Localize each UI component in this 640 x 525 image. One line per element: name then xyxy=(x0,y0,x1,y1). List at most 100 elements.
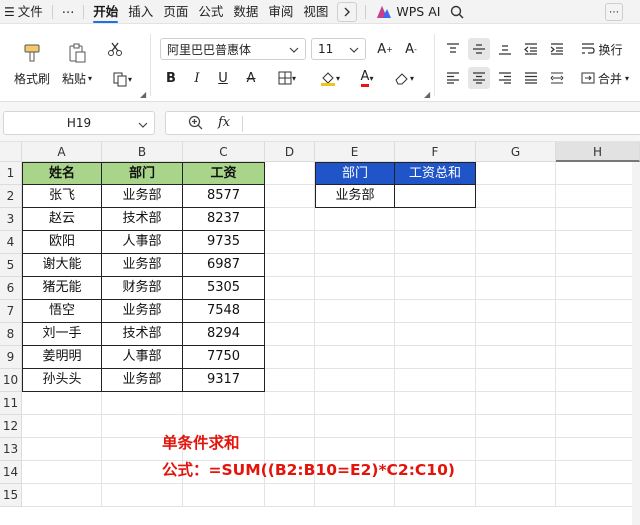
tab-review[interactable]: 审阅 xyxy=(263,0,298,24)
cell-g11[interactable] xyxy=(476,392,556,415)
row-header-1[interactable]: 1 xyxy=(0,162,22,185)
cell-c9[interactable]: 7750 xyxy=(183,346,265,369)
cell-c11[interactable] xyxy=(183,392,265,415)
row-header-5[interactable]: 5 xyxy=(0,254,22,277)
row-header-3[interactable]: 3 xyxy=(0,208,22,231)
cell-a6[interactable]: 猪无能 xyxy=(22,277,102,300)
tab-home[interactable]: 开始 xyxy=(88,0,123,24)
cut-icon[interactable] xyxy=(104,38,126,60)
decrease-indent-icon[interactable] xyxy=(520,38,542,60)
cell-g6[interactable] xyxy=(476,277,556,300)
align-left-icon[interactable] xyxy=(442,67,464,89)
cell-b11[interactable] xyxy=(102,392,183,415)
cell-d10[interactable] xyxy=(265,369,315,392)
cell-h11[interactable] xyxy=(556,392,640,415)
cell-g14[interactable] xyxy=(476,461,556,484)
column-header-c[interactable]: C xyxy=(183,142,265,162)
expand-corner-icon[interactable]: ◢ xyxy=(424,90,430,99)
tab-insert[interactable]: 插入 xyxy=(123,0,158,24)
distribute-icon[interactable] xyxy=(546,67,568,89)
cell-e2[interactable]: 业务部 xyxy=(315,185,395,208)
column-header-b[interactable]: B xyxy=(102,142,183,162)
cell-h4[interactable] xyxy=(556,231,640,254)
row-header-12[interactable]: 12 xyxy=(0,415,22,438)
cell-e6[interactable] xyxy=(315,277,395,300)
cell-d15[interactable] xyxy=(265,484,315,507)
cell-g10[interactable] xyxy=(476,369,556,392)
cell-d4[interactable] xyxy=(265,231,315,254)
cell-f12[interactable] xyxy=(395,415,476,438)
cell-b7[interactable]: 业务部 xyxy=(102,300,183,323)
cell-f3[interactable] xyxy=(395,208,476,231)
column-header-f[interactable]: F xyxy=(395,142,476,162)
cell-f11[interactable] xyxy=(395,392,476,415)
cell-a7[interactable]: 悟空 xyxy=(22,300,102,323)
cell-a3[interactable]: 赵云 xyxy=(22,208,102,231)
row-header-10[interactable]: 10 xyxy=(0,369,22,392)
font-color-icon[interactable]: A ▾ xyxy=(352,67,382,89)
chevron-right-icon[interactable] xyxy=(337,1,358,22)
cell-b5[interactable]: 业务部 xyxy=(102,254,183,277)
cell-a1[interactable]: 姓名 xyxy=(22,162,102,185)
cell-f5[interactable] xyxy=(395,254,476,277)
cell-f7[interactable] xyxy=(395,300,476,323)
align-middle-icon[interactable] xyxy=(468,38,490,60)
tab-page[interactable]: 页面 xyxy=(158,0,193,24)
cell-a9[interactable]: 姜明明 xyxy=(22,346,102,369)
cell-c5[interactable]: 6987 xyxy=(183,254,265,277)
cell-a10[interactable]: 孙头头 xyxy=(22,369,102,392)
cell-e4[interactable] xyxy=(315,231,395,254)
align-top-icon[interactable] xyxy=(442,38,464,60)
cell-g9[interactable] xyxy=(476,346,556,369)
file-menu[interactable]: ☰ 文件 xyxy=(0,0,48,24)
cell-a12[interactable] xyxy=(22,415,102,438)
cell-h3[interactable] xyxy=(556,208,640,231)
name-box[interactable]: H19 xyxy=(3,111,155,135)
increase-indent-icon[interactable] xyxy=(546,38,568,60)
cell-e1[interactable]: 部门 xyxy=(315,162,395,185)
cell-f2[interactable] xyxy=(395,185,476,208)
underline-icon[interactable]: U xyxy=(212,67,234,89)
font-name-select[interactable]: 阿里巴巴普惠体 xyxy=(160,38,306,60)
cell-g5[interactable] xyxy=(476,254,556,277)
cell-d5[interactable] xyxy=(265,254,315,277)
cell-c7[interactable]: 7548 xyxy=(183,300,265,323)
row-header-13[interactable]: 13 xyxy=(0,438,22,461)
cell-g1[interactable] xyxy=(476,162,556,185)
row-header-8[interactable]: 8 xyxy=(0,323,22,346)
strikethrough-icon[interactable]: A xyxy=(240,67,262,89)
cell-g13[interactable] xyxy=(476,438,556,461)
cell-b9[interactable]: 人事部 xyxy=(102,346,183,369)
cell-d7[interactable] xyxy=(265,300,315,323)
cell-f6[interactable] xyxy=(395,277,476,300)
cell-c6[interactable]: 5305 xyxy=(183,277,265,300)
cell-c15[interactable] xyxy=(183,484,265,507)
italic-icon[interactable]: I xyxy=(186,67,208,89)
cell-b6[interactable]: 财务部 xyxy=(102,277,183,300)
fill-color-icon[interactable]: ▾ xyxy=(312,67,348,89)
align-bottom-icon[interactable] xyxy=(494,38,516,60)
cell-a4[interactable]: 欧阳 xyxy=(22,231,102,254)
cell-h15[interactable] xyxy=(556,484,640,507)
cell-g12[interactable] xyxy=(476,415,556,438)
row-header-7[interactable]: 7 xyxy=(0,300,22,323)
spreadsheet-grid[interactable]: ABCDEFGH 1 2 3 4 5 6 7 8 9 10 11 12 13 14 15 姓名 部门 工资 部门工… xyxy=(0,142,640,525)
cell-a2[interactable]: 张飞 xyxy=(22,185,102,208)
format-painter-button[interactable]: 格式刷 xyxy=(14,40,50,87)
cell-g15[interactable] xyxy=(476,484,556,507)
cell-g3[interactable] xyxy=(476,208,556,231)
more-button[interactable]: ⋯ xyxy=(57,0,80,24)
increase-font-icon[interactable]: A + xyxy=(374,38,396,60)
column-header-g[interactable]: G xyxy=(476,142,556,162)
cell-d12[interactable] xyxy=(265,415,315,438)
cell-e7[interactable] xyxy=(315,300,395,323)
cell-f10[interactable] xyxy=(395,369,476,392)
decrease-font-icon[interactable]: A- xyxy=(400,38,422,60)
cell-b4[interactable]: 人事部 xyxy=(102,231,183,254)
cell-d8[interactable] xyxy=(265,323,315,346)
cell-b3[interactable]: 技术部 xyxy=(102,208,183,231)
cell-a11[interactable] xyxy=(22,392,102,415)
row-header-2[interactable]: 2 xyxy=(0,185,22,208)
cell-h12[interactable] xyxy=(556,415,640,438)
row-header-9[interactable]: 9 xyxy=(0,346,22,369)
